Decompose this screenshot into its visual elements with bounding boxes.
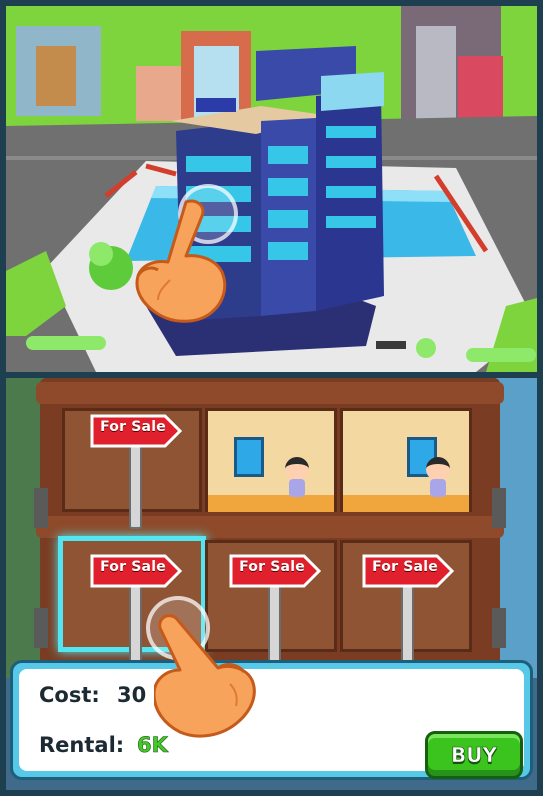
tenant-character [282,457,312,501]
room-upper-1[interactable]: For Sale [62,408,202,529]
room-upper-2[interactable] [205,408,337,512]
pointer-hand-icon [135,199,227,323]
side-bracket-left [34,488,48,528]
for-sale-label: For Sale [100,559,166,575]
side-bracket-left [34,608,48,648]
background-building [416,26,456,131]
for-sale-sign: For Sale [361,547,455,669]
pointer-hand-icon [154,614,256,738]
rental-label: Rental: [39,733,125,757]
side-bracket-right [492,608,506,648]
room-floor [208,495,334,512]
game-screen: For Sale For Sale For Sale For Sale Cost… [0,0,543,796]
cost-value: 30 [117,683,147,707]
hedge [26,336,106,350]
for-sale-sign: For Sale [89,407,183,529]
side-bracket-right [492,488,506,528]
tenant-character [423,457,453,501]
roof-sign [196,98,236,112]
city-view-panel [6,6,537,372]
for-sale-label: For Sale [239,559,305,575]
hedge [466,348,536,362]
purchase-info-body: Cost: 30 Rental: 6K BUY [19,669,524,779]
building-glass-top [321,72,384,111]
cost-label: Cost: [39,683,100,707]
tree [89,242,113,266]
city-scene [6,6,537,372]
purchase-info-panel: Cost: 30 Rental: 6K BUY [10,660,533,780]
floor-view-panel: For Sale For Sale For Sale For Sale Cost… [6,378,537,790]
bush [416,338,436,358]
buy-button[interactable]: BUY [425,731,523,779]
for-sale-label: For Sale [100,419,166,435]
buy-button-label: BUY [451,743,498,768]
for-sale-label: For Sale [372,559,438,575]
roof-ledge [36,382,504,404]
room-lower-3[interactable]: For Sale [340,540,472,669]
window [234,437,264,477]
building-tower [316,91,384,311]
bench [376,341,406,349]
room-upper-3[interactable] [340,408,472,512]
background-building [36,46,76,106]
